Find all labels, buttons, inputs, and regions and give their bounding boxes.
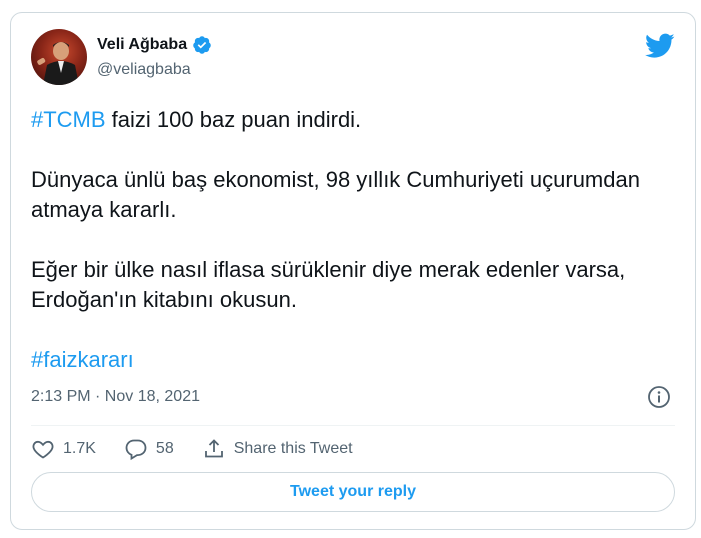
heart-icon (32, 440, 54, 459)
info-icon[interactable] (647, 385, 671, 409)
tweet-paragraph-4: #faizkararı (31, 345, 671, 375)
author-display-name[interactable]: Veli Ağbaba (97, 36, 187, 54)
tweet-paragraph-1: #TCMB faizi 100 baz puan indirdi. (31, 105, 671, 135)
hashtag-link-tcmb[interactable]: #TCMB (31, 107, 106, 132)
hashtag-link-faizkarari[interactable]: #faizkararı (31, 347, 134, 372)
speech-bubble-icon (125, 439, 147, 461)
tweet-paragraph-3: Eğer bir ülke nasıl iflasa sürüklenir di… (31, 257, 626, 312)
tweet-text: #TCMB faizi 100 baz puan indirdi. Dünyac… (31, 105, 671, 405)
tweet-your-reply-button[interactable]: Tweet your reply (31, 472, 675, 512)
like-count: 1.7K (63, 440, 96, 457)
avatar-image (37, 42, 79, 85)
author-handle[interactable]: @veliagbaba (97, 61, 191, 79)
tweet-paragraph-2: Dünyaca ünlü baş ekonomist, 98 yıllık Cu… (31, 167, 640, 222)
like-button[interactable]: 1.7K (31, 437, 96, 461)
share-upload-icon (204, 439, 223, 458)
reply-count: 58 (155, 440, 174, 457)
twitter-bird-icon[interactable] (645, 33, 675, 59)
divider (31, 425, 675, 426)
reply-count-button[interactable]: 58 (124, 437, 174, 461)
tweet-line-1-text: faizi 100 baz puan indirdi. (105, 107, 362, 132)
share-label: Share this Tweet (233, 440, 353, 457)
author-name-row: Veli Ağbaba (97, 35, 212, 55)
tweet-actions: 1.7K 58 Share this Tweet (31, 436, 381, 462)
verified-badge-icon (193, 36, 211, 54)
tweet-card: Veli Ağbaba @veliagbaba #TCMB faizi 100 … (10, 12, 696, 530)
share-button[interactable]: Share this Tweet (202, 437, 353, 461)
tweet-timestamp[interactable]: 2:13 PM · Nov 18, 2021 (31, 388, 200, 406)
avatar[interactable] (31, 29, 87, 85)
